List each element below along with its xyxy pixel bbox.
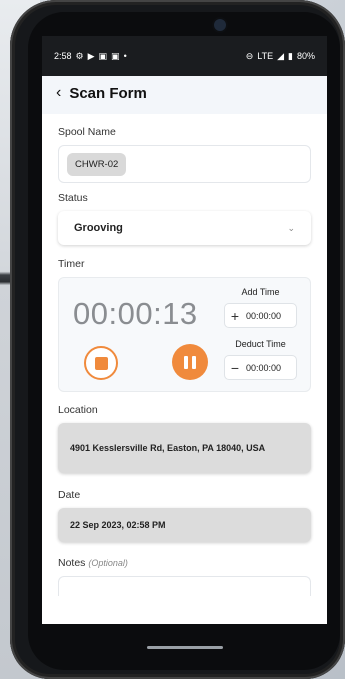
app-header: ‹ Scan Form <box>42 76 327 110</box>
pause-icon <box>184 355 188 369</box>
more-dot-icon: • <box>123 51 127 61</box>
pause-button[interactable] <box>172 344 208 380</box>
stop-button[interactable] <box>84 346 118 380</box>
minus-icon[interactable]: − <box>230 360 240 376</box>
linkedin-icon: ▣ <box>98 50 108 61</box>
battery-icon: ▮ <box>288 50 293 61</box>
location-field: 4901 Kesslersville Rd, Easton, PA 18040,… <box>58 423 311 473</box>
app-notification-icon: ▣ <box>111 50 120 61</box>
add-time-input[interactable]: + 00:00:00 <box>224 303 297 328</box>
deduct-time-input[interactable]: − 00:00:00 <box>224 355 297 380</box>
date-value: 22 Sep 2023, 02:58 PM <box>70 520 166 530</box>
status-bar-left: 2:58 ⚙ ▶ ▣ ▣ • <box>54 51 127 62</box>
location-label: Location <box>58 404 98 416</box>
battery-level: 80% <box>296 51 315 61</box>
spool-name-label: Spool Name <box>58 126 116 138</box>
deduct-time-label: Deduct Time <box>235 339 286 349</box>
chevron-down-icon: ⌄ <box>287 222 295 233</box>
timer-label: Timer <box>58 258 85 270</box>
home-indicator[interactable] <box>147 646 223 649</box>
status-select[interactable]: Grooving ⌄ <box>58 211 311 245</box>
status-bar-right: ⊖ LTE ◢ ▮ 80% <box>246 51 315 62</box>
spool-name-chip[interactable]: CHWR-02 <box>67 152 127 176</box>
notes-input[interactable] <box>58 576 311 596</box>
page-title: Scan Form <box>69 84 147 102</box>
status-label: Status <box>58 192 88 204</box>
timer-panel: 00:00:13 Add Time + 00:00:00 Deduct Time… <box>58 277 311 392</box>
front-camera <box>214 19 226 31</box>
signal-icon: ◢ <box>277 50 285 61</box>
deduct-time-group: Deduct Time − 00:00:00 <box>224 339 297 380</box>
chevron-left-icon[interactable]: ‹ <box>56 84 61 102</box>
location-value: 4901 Kesslersville Rd, Easton, PA 18040,… <box>70 443 266 453</box>
app-screen: 2:58 ⚙ ▶ ▣ ▣ • ⊖ LTE ◢ ▮ 80% ‹ Scan Form… <box>42 36 327 624</box>
stop-icon <box>94 356 108 370</box>
date-field: 22 Sep 2023, 02:58 PM <box>58 508 311 542</box>
status-time: 2:58 <box>54 51 72 61</box>
notification-icon: ⚙ <box>75 50 84 61</box>
deduct-time-value: 00:00:00 <box>246 362 282 373</box>
timer-display: 00:00:13 <box>73 296 198 331</box>
dnd-icon: ⊖ <box>245 50 254 61</box>
date-label: Date <box>58 489 81 501</box>
spool-name-field[interactable]: CHWR-02 <box>58 145 311 183</box>
add-time-label: Add Time <box>241 287 280 297</box>
scan-form: Spool Name CHWR-02 Status Grooving ⌄ Tim… <box>42 114 327 624</box>
network-type: LTE <box>257 51 274 61</box>
notes-label: Notes (Optional) <box>58 542 311 569</box>
status-selected-value: Grooving <box>74 222 123 234</box>
add-time-group: Add Time + 00:00:00 <box>224 287 297 328</box>
notes-label-text: Notes <box>58 557 86 569</box>
pause-icon-bar <box>192 355 196 369</box>
status-bar: 2:58 ⚙ ▶ ▣ ▣ • ⊖ LTE ◢ ▮ 80% <box>42 36 327 76</box>
notes-optional-hint: (Optional) <box>88 558 128 568</box>
plus-icon[interactable]: + <box>230 308 240 324</box>
add-time-value: 00:00:00 <box>246 310 282 321</box>
youtube-icon: ▶ <box>87 50 95 61</box>
